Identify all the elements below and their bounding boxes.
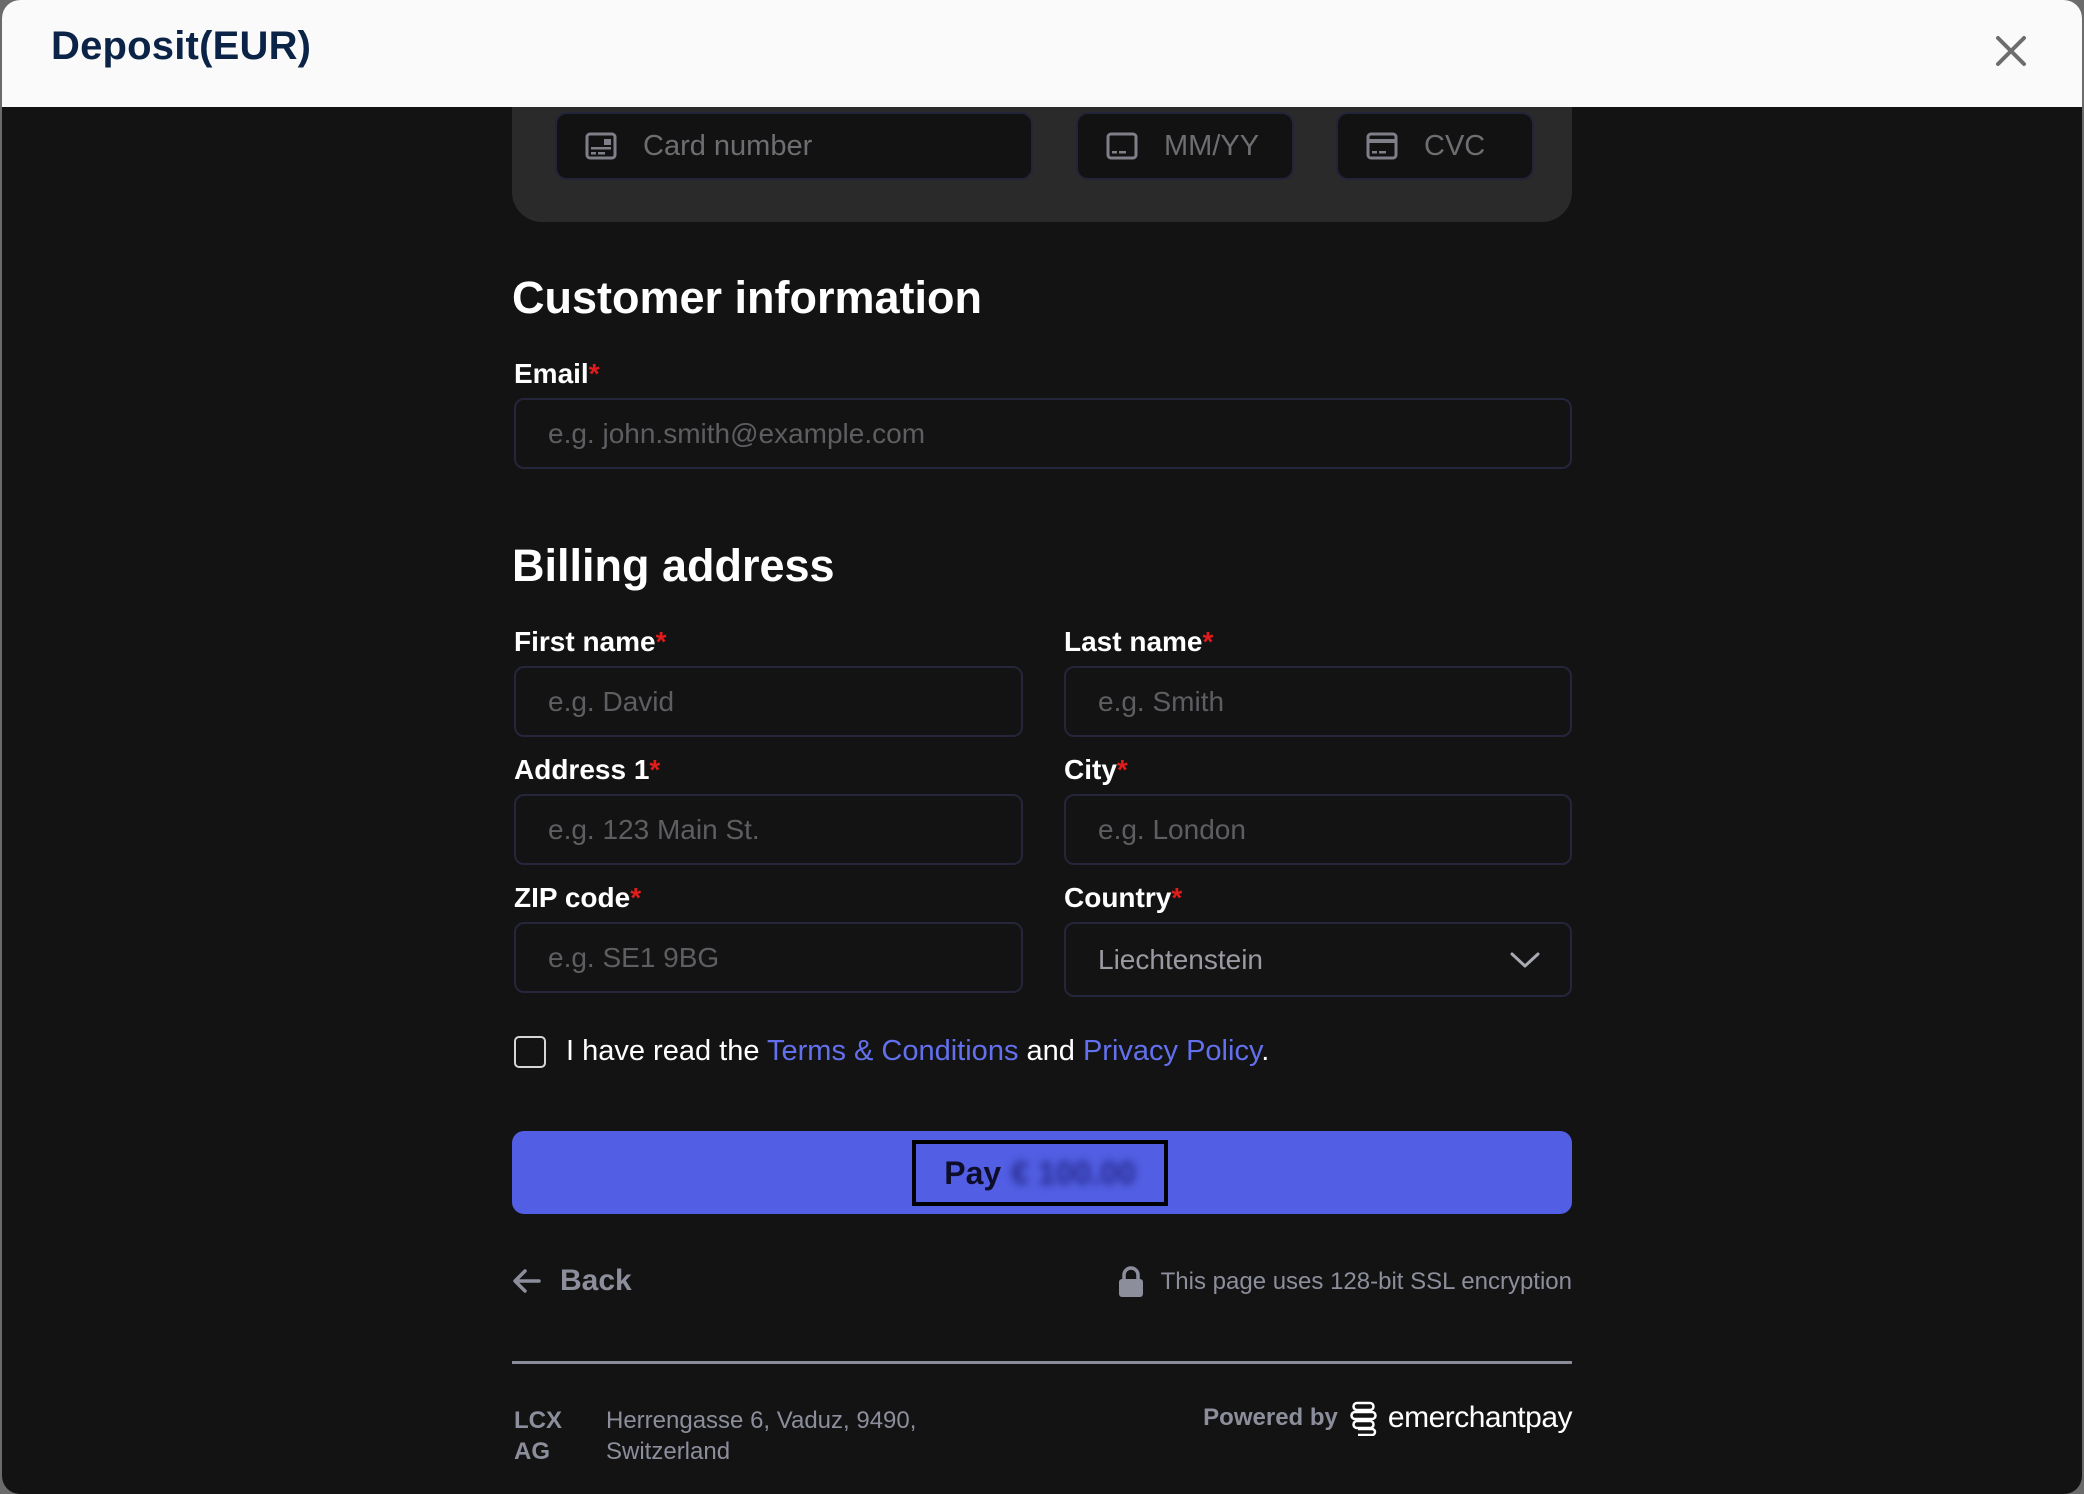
required-mark: * xyxy=(630,882,642,913)
card-cvc-field[interactable]: CVC xyxy=(1336,112,1534,180)
card-back-icon xyxy=(1366,132,1398,160)
country-select[interactable]: Liechtenstein xyxy=(1064,922,1572,997)
card-expiry-icon xyxy=(1106,132,1138,160)
lock-icon xyxy=(1118,1266,1143,1297)
card-number-placeholder: Card number xyxy=(643,129,813,162)
ssl-notice: This page uses 128-bit SSL encryption xyxy=(1117,1266,1572,1298)
first-name-input[interactable]: e.g. David xyxy=(514,666,1023,737)
address-label: Address 1* xyxy=(514,754,661,785)
required-mark: * xyxy=(655,626,667,657)
required-mark: * xyxy=(1171,882,1183,913)
close-icon xyxy=(1996,36,2026,66)
back-label: Back xyxy=(560,1264,632,1297)
country-value: Liechtenstein xyxy=(1098,943,1264,975)
required-mark: * xyxy=(1116,754,1128,785)
brand-name: emerchantpay xyxy=(1387,1401,1573,1434)
emerchantpay-logo-icon xyxy=(1350,1401,1377,1436)
address-input[interactable]: e.g. 123 Main St. xyxy=(514,794,1023,865)
first-name-label: First name* xyxy=(514,626,667,657)
billing-address-heading: Billing address xyxy=(512,540,835,591)
footer-divider xyxy=(512,1361,1572,1364)
customer-information-heading: Customer information xyxy=(512,272,983,323)
powered-by-label: Powered by xyxy=(1203,1404,1338,1431)
terms-checkbox[interactable] xyxy=(514,1036,546,1068)
card-expiry-field[interactable]: MM/YY xyxy=(1076,112,1294,180)
card-front-icon xyxy=(585,132,617,160)
arrow-left-icon xyxy=(513,1269,541,1293)
terms-conditions-link[interactable]: Terms & Conditions xyxy=(767,1035,1018,1067)
pay-button[interactable]: Pay € 100.00 xyxy=(512,1131,1572,1214)
city-input[interactable]: e.g. London xyxy=(1064,794,1572,865)
back-button[interactable]: Back xyxy=(512,1264,632,1298)
company-name: LCX AG xyxy=(514,1407,562,1465)
zip-label: ZIP code* xyxy=(514,882,642,913)
city-label: City* xyxy=(1064,754,1128,785)
modal-header: Deposit(EUR) xyxy=(2,0,2082,107)
modal-title: Deposit(EUR) xyxy=(51,24,312,68)
privacy-policy-link[interactable]: Privacy Policy xyxy=(1083,1035,1261,1067)
chevron-down-icon xyxy=(1510,952,1540,967)
pay-amount: € 100.00 xyxy=(1011,1154,1136,1191)
email-label: Email* xyxy=(514,358,600,389)
zip-input[interactable]: e.g. SE1 9BG xyxy=(514,922,1023,993)
card-number-field[interactable]: Card number xyxy=(555,112,1033,180)
country-label: Country* xyxy=(1064,882,1183,913)
required-mark: * xyxy=(1202,626,1214,657)
last-name-input[interactable]: e.g. Smith xyxy=(1064,666,1572,737)
email-input[interactable]: e.g. john.smith@example.com xyxy=(514,398,1572,469)
terms-consent-text: I have read the Terms & Conditions and P… xyxy=(566,1035,1270,1067)
powered-by: Powered by emerchantpay xyxy=(1203,1400,1573,1436)
close-button[interactable] xyxy=(1990,30,2032,72)
required-mark: * xyxy=(588,358,600,389)
deposit-modal: Deposit(EUR) Card number MM/YY CVC Custo… xyxy=(2,0,2082,1494)
pay-label: Pay xyxy=(944,1154,1002,1191)
pay-button-focus-ring: Pay € 100.00 xyxy=(912,1140,1168,1206)
card-expiry-placeholder: MM/YY xyxy=(1164,129,1260,162)
ssl-text: This page uses 128-bit SSL encryption xyxy=(1160,1268,1572,1295)
card-cvc-placeholder: CVC xyxy=(1424,129,1486,162)
payment-form: Card number MM/YY CVC Customer informati… xyxy=(512,0,1573,1494)
last-name-label: Last name* xyxy=(1064,626,1214,657)
required-mark: * xyxy=(649,754,661,785)
company-address: Herrengasse 6, Vaduz, 9490, Switzerland xyxy=(606,1407,917,1465)
